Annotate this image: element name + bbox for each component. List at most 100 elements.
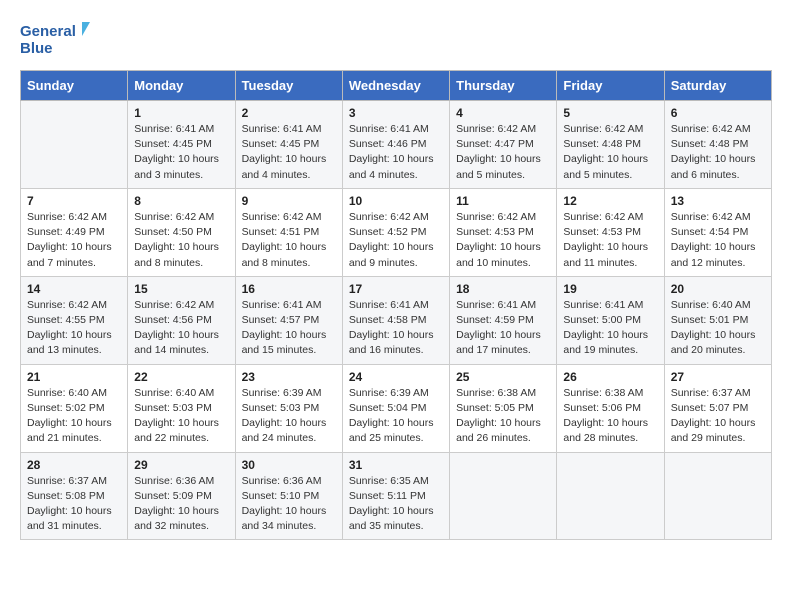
- day-number: 8: [134, 194, 229, 208]
- day-cell: 30 Sunrise: 6:36 AM Sunset: 5:10 PM Dayli…: [235, 452, 342, 540]
- week-row-2: 7 Sunrise: 6:42 AM Sunset: 4:49 PM Daylig…: [21, 188, 772, 276]
- day-info: Sunrise: 6:42 AM Sunset: 4:56 PM Dayligh…: [134, 298, 229, 359]
- day-info: Sunrise: 6:41 AM Sunset: 4:57 PM Dayligh…: [242, 298, 337, 359]
- day-number: 19: [563, 282, 658, 296]
- day-cell: 15 Sunrise: 6:42 AM Sunset: 4:56 PM Dayli…: [128, 276, 235, 364]
- day-cell: 12 Sunrise: 6:42 AM Sunset: 4:53 PM Dayli…: [557, 188, 664, 276]
- day-info: Sunrise: 6:36 AM Sunset: 5:09 PM Dayligh…: [134, 474, 229, 535]
- day-cell: 13 Sunrise: 6:42 AM Sunset: 4:54 PM Dayli…: [664, 188, 771, 276]
- day-info: Sunrise: 6:37 AM Sunset: 5:08 PM Dayligh…: [27, 474, 122, 535]
- day-number: 10: [349, 194, 444, 208]
- day-number: 22: [134, 370, 229, 384]
- day-info: Sunrise: 6:42 AM Sunset: 4:48 PM Dayligh…: [563, 122, 658, 183]
- day-info: Sunrise: 6:42 AM Sunset: 4:53 PM Dayligh…: [456, 210, 551, 271]
- day-info: Sunrise: 6:39 AM Sunset: 5:03 PM Dayligh…: [242, 386, 337, 447]
- day-cell: 21Sunrise: 6:40 AM Sunset: 5:02 PM Dayli…: [21, 364, 128, 452]
- day-number: 9: [242, 194, 337, 208]
- calendar-table: SundayMondayTuesdayWednesdayThursdayFrid…: [20, 70, 772, 540]
- day-info: Sunrise: 6:42 AM Sunset: 4:52 PM Dayligh…: [349, 210, 444, 271]
- day-cell: 17 Sunrise: 6:41 AM Sunset: 4:58 PM Dayli…: [342, 276, 449, 364]
- svg-text:General: General: [20, 23, 76, 40]
- day-info: Sunrise: 6:41 AM Sunset: 4:46 PM Dayligh…: [349, 122, 444, 183]
- day-number: 18: [456, 282, 551, 296]
- day-info: Sunrise: 6:42 AM Sunset: 4:50 PM Dayligh…: [134, 210, 229, 271]
- day-cell: 31Sunrise: 6:35 AM Sunset: 5:11 PM Dayli…: [342, 452, 449, 540]
- week-row-3: 14Sunrise: 6:42 AM Sunset: 4:55 PM Dayli…: [21, 276, 772, 364]
- day-cell: 27Sunrise: 6:37 AM Sunset: 5:07 PM Dayli…: [664, 364, 771, 452]
- day-number: 2: [242, 106, 337, 120]
- day-cell: 5Sunrise: 6:42 AM Sunset: 4:48 PM Daylig…: [557, 101, 664, 189]
- day-cell: [557, 452, 664, 540]
- week-row-4: 21Sunrise: 6:40 AM Sunset: 5:02 PM Dayli…: [21, 364, 772, 452]
- day-cell: 18 Sunrise: 6:41 AM Sunset: 4:59 PM Dayli…: [450, 276, 557, 364]
- day-number: 28: [27, 458, 122, 472]
- day-info: Sunrise: 6:42 AM Sunset: 4:54 PM Dayligh…: [671, 210, 766, 271]
- week-row-5: 28 Sunrise: 6:37 AM Sunset: 5:08 PM Dayli…: [21, 452, 772, 540]
- day-number: 23: [242, 370, 337, 384]
- day-info: Sunrise: 6:40 AM Sunset: 5:03 PM Dayligh…: [134, 386, 229, 447]
- day-info: Sunrise: 6:36 AM Sunset: 5:10 PM Dayligh…: [242, 474, 337, 535]
- day-cell: [21, 101, 128, 189]
- logo-svg: General Blue: [20, 18, 90, 60]
- col-header-thursday: Thursday: [450, 71, 557, 101]
- header-row: SundayMondayTuesdayWednesdayThursdayFrid…: [21, 71, 772, 101]
- logo: General Blue: [20, 18, 90, 60]
- day-cell: 7 Sunrise: 6:42 AM Sunset: 4:49 PM Daylig…: [21, 188, 128, 276]
- day-info: Sunrise: 6:42 AM Sunset: 4:53 PM Dayligh…: [563, 210, 658, 271]
- day-number: 21: [27, 370, 122, 384]
- page: General Blue SundayMondayTuesdayWednesda…: [0, 0, 792, 612]
- day-cell: 22 Sunrise: 6:40 AM Sunset: 5:03 PM Dayli…: [128, 364, 235, 452]
- day-cell: 25 Sunrise: 6:38 AM Sunset: 5:05 PM Dayli…: [450, 364, 557, 452]
- day-info: Sunrise: 6:41 AM Sunset: 4:45 PM Dayligh…: [242, 122, 337, 183]
- day-number: 12: [563, 194, 658, 208]
- day-number: 4: [456, 106, 551, 120]
- day-number: 30: [242, 458, 337, 472]
- day-info: Sunrise: 6:40 AM Sunset: 5:01 PM Dayligh…: [671, 298, 766, 359]
- day-cell: 10 Sunrise: 6:42 AM Sunset: 4:52 PM Dayli…: [342, 188, 449, 276]
- header: General Blue: [20, 18, 772, 60]
- day-cell: 6 Sunrise: 6:42 AM Sunset: 4:48 PM Daylig…: [664, 101, 771, 189]
- day-cell: 29 Sunrise: 6:36 AM Sunset: 5:09 PM Dayli…: [128, 452, 235, 540]
- day-number: 25: [456, 370, 551, 384]
- day-cell: 3 Sunrise: 6:41 AM Sunset: 4:46 PM Daylig…: [342, 101, 449, 189]
- day-info: Sunrise: 6:41 AM Sunset: 4:58 PM Dayligh…: [349, 298, 444, 359]
- day-cell: 16 Sunrise: 6:41 AM Sunset: 4:57 PM Dayli…: [235, 276, 342, 364]
- day-cell: [664, 452, 771, 540]
- day-info: Sunrise: 6:41 AM Sunset: 4:45 PM Dayligh…: [134, 122, 229, 183]
- day-number: 20: [671, 282, 766, 296]
- day-number: 7: [27, 194, 122, 208]
- day-cell: 8 Sunrise: 6:42 AM Sunset: 4:50 PM Daylig…: [128, 188, 235, 276]
- day-info: Sunrise: 6:38 AM Sunset: 5:05 PM Dayligh…: [456, 386, 551, 447]
- day-number: 29: [134, 458, 229, 472]
- col-header-sunday: Sunday: [21, 71, 128, 101]
- day-cell: 24Sunrise: 6:39 AM Sunset: 5:04 PM Dayli…: [342, 364, 449, 452]
- day-info: Sunrise: 6:42 AM Sunset: 4:51 PM Dayligh…: [242, 210, 337, 271]
- day-number: 11: [456, 194, 551, 208]
- day-cell: 19 Sunrise: 6:41 AM Sunset: 5:00 PM Dayli…: [557, 276, 664, 364]
- day-number: 31: [349, 458, 444, 472]
- col-header-monday: Monday: [128, 71, 235, 101]
- col-header-friday: Friday: [557, 71, 664, 101]
- day-number: 16: [242, 282, 337, 296]
- day-info: Sunrise: 6:42 AM Sunset: 4:48 PM Dayligh…: [671, 122, 766, 183]
- day-cell: 26Sunrise: 6:38 AM Sunset: 5:06 PM Dayli…: [557, 364, 664, 452]
- day-cell: 4Sunrise: 6:42 AM Sunset: 4:47 PM Daylig…: [450, 101, 557, 189]
- day-cell: 11 Sunrise: 6:42 AM Sunset: 4:53 PM Dayli…: [450, 188, 557, 276]
- day-info: Sunrise: 6:42 AM Sunset: 4:49 PM Dayligh…: [27, 210, 122, 271]
- day-number: 13: [671, 194, 766, 208]
- day-info: Sunrise: 6:41 AM Sunset: 4:59 PM Dayligh…: [456, 298, 551, 359]
- day-cell: 1Sunrise: 6:41 AM Sunset: 4:45 PM Daylig…: [128, 101, 235, 189]
- day-cell: [450, 452, 557, 540]
- day-cell: 9 Sunrise: 6:42 AM Sunset: 4:51 PM Daylig…: [235, 188, 342, 276]
- day-number: 15: [134, 282, 229, 296]
- day-number: 6: [671, 106, 766, 120]
- day-number: 3: [349, 106, 444, 120]
- day-number: 26: [563, 370, 658, 384]
- day-number: 17: [349, 282, 444, 296]
- day-info: Sunrise: 6:39 AM Sunset: 5:04 PM Dayligh…: [349, 386, 444, 447]
- day-info: Sunrise: 6:41 AM Sunset: 5:00 PM Dayligh…: [563, 298, 658, 359]
- col-header-wednesday: Wednesday: [342, 71, 449, 101]
- day-cell: 14Sunrise: 6:42 AM Sunset: 4:55 PM Dayli…: [21, 276, 128, 364]
- day-info: Sunrise: 6:37 AM Sunset: 5:07 PM Dayligh…: [671, 386, 766, 447]
- day-number: 14: [27, 282, 122, 296]
